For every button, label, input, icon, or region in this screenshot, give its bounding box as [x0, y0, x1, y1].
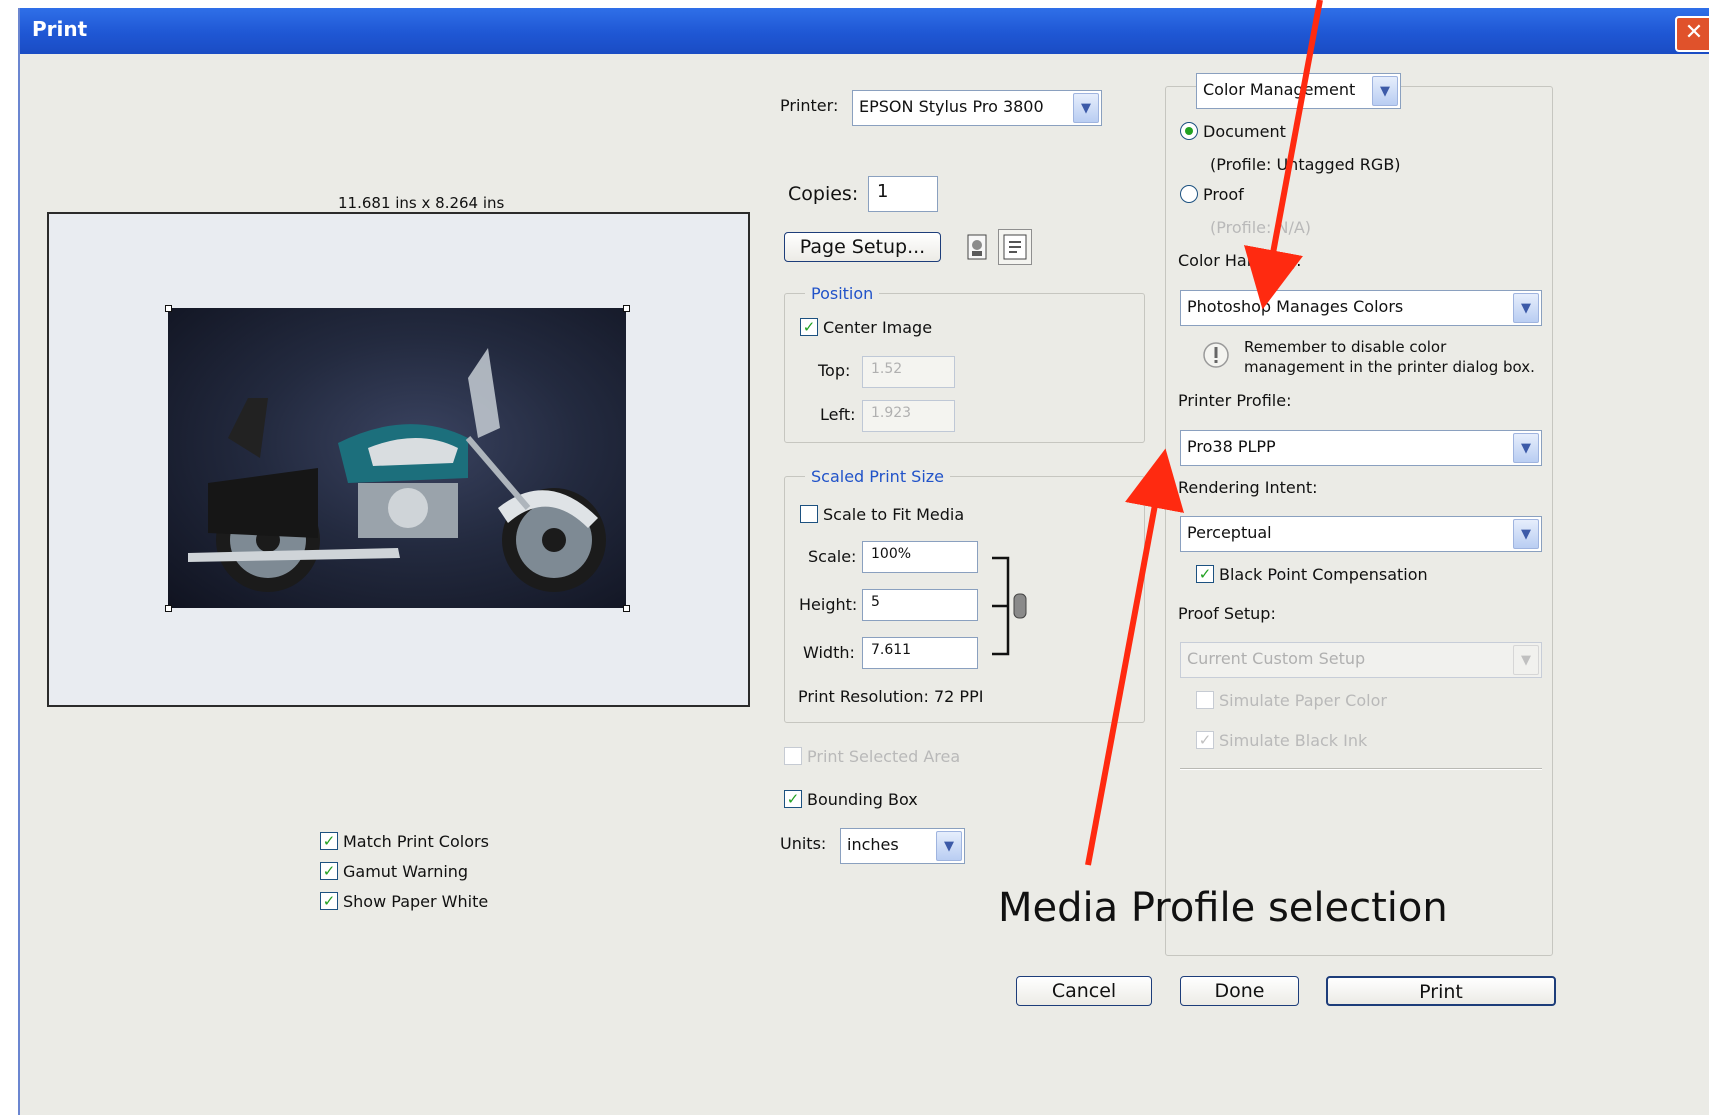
annotation-label: Media Profile selection	[998, 885, 1448, 931]
arrow-to-color-handling	[1243, 0, 1323, 310]
arrow-to-printer-profile	[1085, 448, 1185, 866]
annotation-arrows	[1085, 0, 1323, 866]
